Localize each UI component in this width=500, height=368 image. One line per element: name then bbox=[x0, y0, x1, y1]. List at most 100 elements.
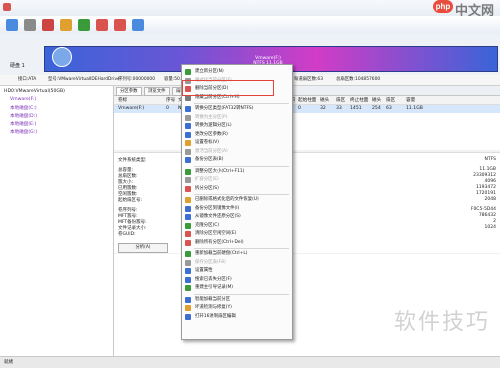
context-menu-item[interactable]: 搜索已丢失分区(F) bbox=[182, 276, 292, 284]
context-menu-item[interactable]: 已删除或格式化后的文件恢复(U) bbox=[182, 196, 292, 204]
toolbar bbox=[0, 16, 500, 35]
column-header[interactable]: 卷标 bbox=[118, 97, 127, 103]
restore-icon[interactable] bbox=[42, 19, 54, 31]
cell: 254 bbox=[372, 106, 381, 111]
column-header[interactable]: 序号 bbox=[166, 97, 175, 103]
column-header[interactable]: 终止柱面 bbox=[350, 97, 368, 103]
delete-icon[interactable] bbox=[114, 19, 126, 31]
menu-separator bbox=[194, 248, 289, 249]
cell: 63 bbox=[386, 106, 392, 111]
context-menu-item[interactable]: 坏道检测与修复(Y) bbox=[182, 304, 292, 312]
detail-value: 23309312 bbox=[473, 173, 496, 178]
tab-browse-files[interactable]: 浏览文件 bbox=[144, 87, 170, 96]
menu-item-icon bbox=[185, 251, 191, 257]
menu-item-icon bbox=[185, 259, 191, 266]
new-partition-icon[interactable] bbox=[78, 19, 90, 31]
tree-item-partition[interactable]: 本地磁盘(C:) bbox=[10, 105, 37, 111]
menu-item-icon bbox=[185, 168, 191, 175]
menu-item-icon bbox=[185, 231, 191, 237]
table-header: 卷标 序号 文件系统 标识 起始柱面 磁头 扇区 终止柱面 磁头 扇区 容量 bbox=[114, 96, 500, 105]
highlight-box bbox=[182, 80, 274, 96]
column-header[interactable]: 磁头 bbox=[320, 97, 329, 103]
context-menu-item[interactable]: 建立新分区(N) bbox=[182, 68, 292, 76]
menu-item-icon bbox=[185, 185, 191, 192]
menu-item-icon bbox=[185, 157, 191, 163]
context-menu-item[interactable]: 调整分区大小(Ctrl+F11) bbox=[182, 168, 292, 176]
column-header[interactable]: 扇区 bbox=[386, 97, 395, 103]
column-header[interactable]: 磁头 bbox=[372, 97, 381, 103]
column-header[interactable]: 起始柱面 bbox=[298, 97, 316, 103]
cell: 1451 bbox=[350, 106, 362, 111]
context-menu-item[interactable]: 更改分区参数(R) bbox=[182, 131, 292, 139]
context-menu-item[interactable]: 克隆分区(C) bbox=[182, 222, 292, 230]
menu-item-label: 设置属性 bbox=[195, 268, 213, 273]
menu-item-label: 拆分分区(S) bbox=[195, 185, 219, 191]
context-menu-item[interactable]: 清除分区空闲空间(E) bbox=[182, 230, 292, 238]
info-model: 型号:VMwareVirtualIDEHardDrive bbox=[48, 77, 120, 82]
context-menu-item[interactable]: 智能加载当前分区 bbox=[182, 296, 292, 304]
menu-item-icon bbox=[185, 305, 191, 311]
context-menu-item[interactable]: 重建主引导记录(M) bbox=[182, 284, 292, 292]
save-icon[interactable] bbox=[6, 19, 18, 31]
context-menu-item[interactable]: 转换分区类型(FAT32转NTFS) bbox=[182, 105, 292, 113]
tree-item-partition[interactable]: 本地磁盘(D:) bbox=[10, 113, 37, 119]
info-serial: 序列号:00000000 bbox=[118, 77, 155, 82]
menu-item-icon bbox=[185, 114, 191, 121]
menu-item-label: 重新加载当前硬盘(Ctrl+L) bbox=[195, 251, 248, 256]
tree-item-partition[interactable]: Vmware(F:) bbox=[10, 97, 36, 102]
menu-item-icon bbox=[185, 296, 191, 303]
menu-item-icon bbox=[185, 276, 191, 283]
tab-partition-params[interactable]: 分区参数 bbox=[116, 87, 142, 96]
column-header[interactable]: 容量 bbox=[406, 97, 415, 103]
context-menu-item[interactable]: 备份分区到镜像文件(I) bbox=[182, 205, 292, 213]
tree-item-disk[interactable]: HD0:VMwareVirtual(50GB) bbox=[4, 89, 65, 94]
context-menu-item[interactable]: 转换为逻辑分区(L) bbox=[182, 122, 292, 130]
tree-item-partition[interactable]: 本地磁盘(E:) bbox=[10, 121, 36, 127]
menu-item-icon bbox=[185, 222, 191, 229]
status-text: 就绪 bbox=[4, 360, 13, 365]
menu-item-label: 备份分区到镜像文件(I) bbox=[195, 205, 240, 211]
context-menu-item[interactable]: 拆分分区(S) bbox=[182, 185, 292, 193]
menu-item-label: 从镜像文件还原分区(S) bbox=[195, 214, 241, 219]
detail-value: 1193472 bbox=[475, 185, 496, 190]
context-menu-item[interactable]: 打开16进制扇区编辑 bbox=[182, 313, 292, 321]
info-sectors: 每道扇区数:63 bbox=[294, 77, 324, 82]
brand-logo: php bbox=[432, 0, 453, 13]
tree-item-partition[interactable]: 本地磁盘(G:) bbox=[10, 129, 37, 135]
disk-icon bbox=[52, 47, 72, 67]
format-icon[interactable] bbox=[96, 19, 108, 31]
context-menu-item[interactable]: 设置卷标(V) bbox=[182, 139, 292, 147]
disk-tree: HD0:VMwareVirtual(50GB) Vmware(F:) 本地磁盘(… bbox=[0, 86, 114, 356]
context-menu-item[interactable]: 重新加载当前硬盘(Ctrl+L) bbox=[182, 250, 292, 258]
menu-item-label: 已删除或格式化后的文件恢复(U) bbox=[195, 197, 259, 202]
partition-table: 卷标 序号 文件系统 标识 起始柱面 磁头 扇区 终止柱面 磁头 扇区 容量 V… bbox=[114, 96, 500, 150]
tab-strip: 分区参数 浏览文件 扇区编辑 bbox=[114, 86, 500, 96]
context-menu-item[interactable]: 从镜像文件还原分区(S) bbox=[182, 213, 292, 221]
context-menu-item[interactable]: 删除所有分区(Ctrl+Del) bbox=[182, 239, 292, 247]
column-header[interactable]: 扇区 bbox=[336, 97, 345, 103]
menu-item-label: 转换为逻辑分区(L) bbox=[195, 123, 232, 128]
context-menu-item: 保存分区表(F8) bbox=[182, 259, 292, 267]
detail-label: 起始扇区号: bbox=[118, 198, 143, 203]
backup-icon[interactable] bbox=[132, 19, 144, 31]
menu-item-icon bbox=[185, 285, 191, 291]
table-row[interactable]: Vmware(F:) 0 NTFS 07 0 32 33 1451 254 63… bbox=[114, 105, 500, 113]
menu-separator bbox=[194, 194, 289, 195]
quick-partition-icon[interactable] bbox=[60, 19, 72, 31]
cell-name: Vmware(F:) bbox=[118, 106, 145, 111]
menu-item-label: 更改分区参数(R) bbox=[195, 131, 228, 137]
search-icon[interactable] bbox=[24, 19, 36, 31]
menu-item-label: 备份分区表(B) bbox=[195, 157, 224, 162]
analyze-button[interactable]: 分析(A) bbox=[118, 243, 168, 253]
menu-item-icon bbox=[185, 197, 191, 203]
menu-item-label: 激活当前分区(A) bbox=[195, 148, 228, 154]
menu-item-label: 保存分区表(F8) bbox=[195, 259, 226, 265]
context-menu-item: 激活当前分区(A) bbox=[182, 148, 292, 156]
context-menu-item[interactable]: 设置属性 bbox=[182, 267, 292, 275]
menu-item-label: 克隆分区(C) bbox=[195, 222, 220, 228]
menu-item-label: 智能加载当前分区 bbox=[195, 296, 231, 302]
cell: 33 bbox=[336, 106, 342, 111]
menu-item-icon bbox=[185, 205, 191, 212]
cell: 32 bbox=[320, 106, 326, 111]
context-menu-item[interactable]: 备份分区表(B) bbox=[182, 156, 292, 164]
